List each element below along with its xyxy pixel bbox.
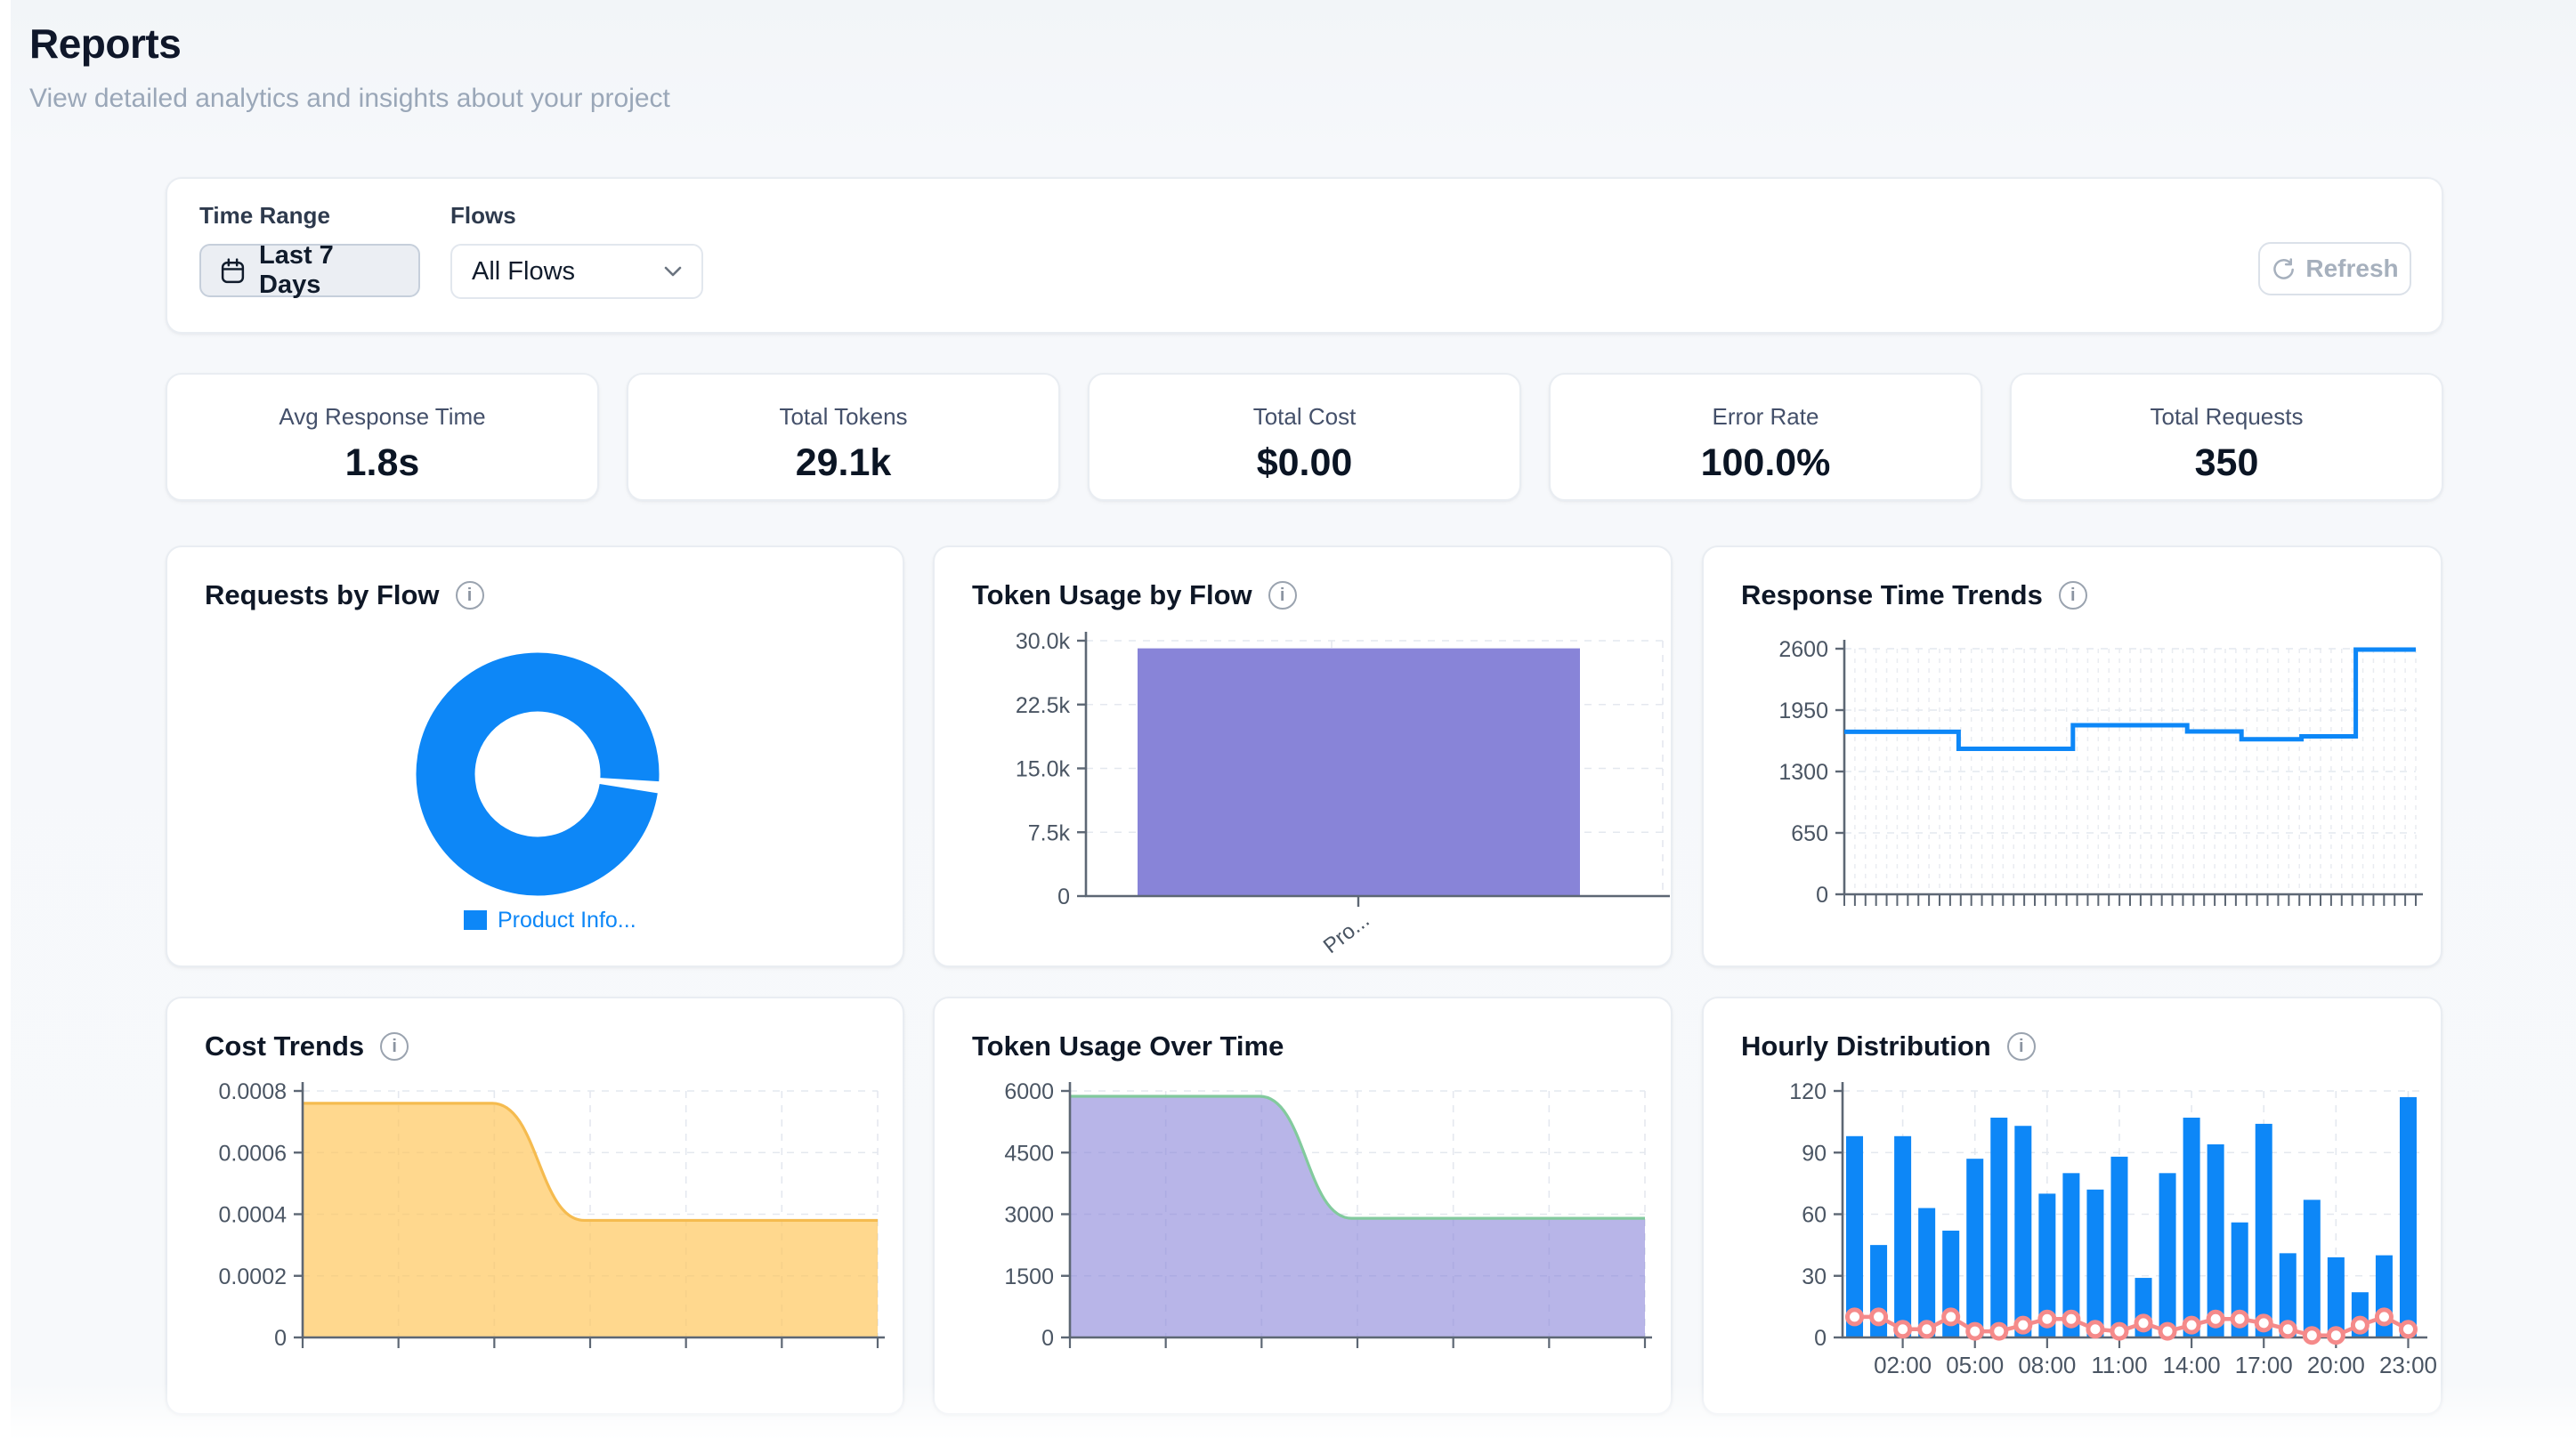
info-icon[interactable]: i [2059,581,2087,610]
svg-text:30.0k: 30.0k [1016,629,1071,654]
stat-value: 1.8s [167,441,597,485]
svg-text:05:00: 05:00 [1946,1352,2004,1378]
calendar-icon [219,257,247,285]
token-usage-by-flow-bar-chart: 0 7.5k 15.0k 22.5k 30.0k Pro... [935,622,1674,971]
svg-text:6000: 6000 [1004,1079,1054,1104]
stat-value: 100.0% [1551,441,1981,485]
time-range-button[interactable]: Last 7 Days [199,244,420,297]
response-time-trends-line-chart: 0 650 1300 1950 2600 [1704,622,2444,971]
cost-trends-card: Cost Trends i 0 0.0002 0.0004 0.0006 0.0008 [166,997,904,1415]
svg-text:0.0006: 0.0006 [219,1141,287,1166]
svg-text:650: 650 [1791,821,1828,846]
time-range-value: Last 7 Days [259,241,401,300]
svg-text:4500: 4500 [1004,1141,1054,1166]
page-subtitle: View detailed analytics and insights abo… [29,84,670,114]
flows-selected-value: All Flows [472,257,575,287]
stat-card-total-tokens: Total Tokens 29.1k [627,373,1060,501]
page-left-edge [0,0,11,1438]
svg-text:11:00: 11:00 [2091,1352,2147,1378]
chevron-down-icon [664,266,682,277]
stat-value: $0.00 [1090,441,1519,485]
stat-label: Total Requests [2012,403,2442,431]
info-icon[interactable]: i [2007,1032,2036,1061]
info-icon[interactable]: i [456,581,484,610]
requests-by-flow-card: Requests by Flow i Product Info... [166,545,904,967]
info-icon[interactable]: i [380,1032,409,1061]
svg-text:23:00: 23:00 [2379,1352,2437,1378]
stat-card-error-rate: Error Rate 100.0% [1549,373,1982,501]
refresh-icon [2271,257,2295,281]
svg-text:0: 0 [1057,885,1070,909]
svg-text:30: 30 [1802,1264,1827,1289]
flows-label: Flows [450,202,703,230]
svg-text:Pro...: Pro... [1319,908,1374,958]
chart-title: Token Usage by Flow [972,579,1252,611]
cost-trends-area-chart: 0 0.0002 0.0004 0.0006 0.0008 [167,1070,906,1417]
token-usage-over-time-card: Token Usage Over Time 0 1500 3000 4500 6000 [933,997,1673,1415]
stat-card-avg-response-time: Avg Response Time 1.8s [166,373,599,501]
requests-by-flow-donut-chart: Product Info... [167,622,906,971]
svg-text:14:00: 14:00 [2163,1352,2221,1378]
svg-text:02:00: 02:00 [1874,1352,1932,1378]
flows-group: Flows All Flows [450,202,703,299]
svg-text:0: 0 [1814,1326,1827,1351]
token-usage-by-flow-card: Token Usage by Flow i 0 7.5k 15.0k 22.5k 30.… [933,545,1673,967]
page-title: Reports [29,20,670,68]
chart-title: Response Time Trends [1741,579,2043,611]
hourly-distribution-card: Hourly Distribution i 0 30 60 90 120 02:00 05:… [1702,997,2442,1415]
svg-text:1300: 1300 [1778,760,1828,785]
response-time-trends-card: Response Time Trends i 0 650 1300 1950 2600 [1702,545,2442,967]
stat-label: Error Rate [1551,403,1981,431]
stat-label: Avg Response Time [167,403,597,431]
svg-text:20:00: 20:00 [2307,1352,2365,1378]
stat-value: 350 [2012,441,2442,485]
time-range-label: Time Range [199,202,420,230]
chart-title: Hourly Distribution [1741,1030,1991,1062]
chart-title: Requests by Flow [205,579,440,611]
svg-text:1950: 1950 [1778,699,1828,723]
svg-text:0.0008: 0.0008 [219,1079,287,1104]
time-range-group: Time Range Last 7 Days [199,202,420,297]
stat-label: Total Cost [1090,403,1519,431]
stat-label: Total Tokens [628,403,1058,431]
stat-value: 29.1k [628,441,1058,485]
token-usage-over-time-area-chart: 0 1500 3000 4500 6000 [935,1070,1674,1417]
svg-text:0: 0 [274,1326,287,1351]
filter-bar: Time Range Last 7 Days Flows All Flows [166,177,2443,334]
svg-text:120: 120 [1789,1079,1827,1104]
svg-text:17:00: 17:00 [2235,1352,2293,1378]
chart-title: Cost Trends [205,1030,364,1062]
info-icon[interactable]: i [1268,581,1297,610]
svg-text:0.0002: 0.0002 [219,1264,287,1289]
chart-title: Token Usage Over Time [972,1030,1284,1062]
hourly-distribution-combo-chart: 0 30 60 90 120 02:00 05:00 08:00 11:00 14:00 17:00… [1704,1070,2444,1417]
svg-text:0: 0 [1816,883,1828,908]
svg-text:22.5k: 22.5k [1016,693,1071,718]
svg-text:60: 60 [1802,1203,1827,1228]
svg-text:0.0004: 0.0004 [219,1203,288,1228]
stat-card-total-cost: Total Cost $0.00 [1088,373,1521,501]
svg-text:2600: 2600 [1778,637,1828,662]
svg-text:Product Info...: Product Info... [498,908,636,933]
refresh-label: Refresh [2305,254,2398,283]
svg-text:08:00: 08:00 [2018,1352,2076,1378]
flows-select[interactable]: All Flows [450,244,703,299]
svg-text:7.5k: 7.5k [1028,820,1071,845]
svg-text:3000: 3000 [1004,1203,1054,1228]
refresh-button[interactable]: Refresh [2258,242,2411,295]
svg-text:1500: 1500 [1004,1264,1054,1289]
svg-text:15.0k: 15.0k [1016,757,1071,782]
svg-text:0: 0 [1041,1326,1054,1351]
page-header: Reports View detailed analytics and insi… [29,20,670,114]
stat-card-total-requests: Total Requests 350 [2010,373,2443,501]
svg-text:90: 90 [1802,1141,1827,1166]
